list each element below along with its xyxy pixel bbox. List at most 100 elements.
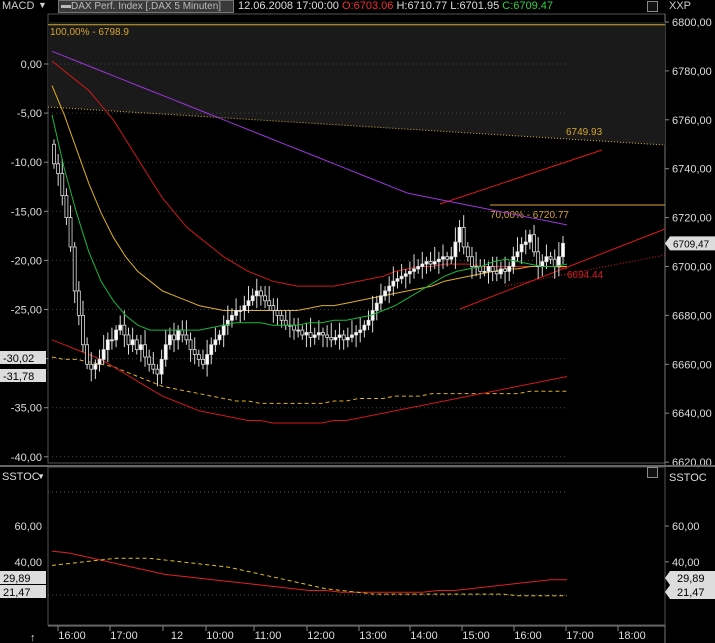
candle-body (383, 290, 387, 297)
price-tick-label: 6760,00 (672, 115, 712, 127)
candle-body (441, 256, 445, 260)
candle-body (527, 234, 532, 243)
lower-panel-close-button[interactable] (647, 467, 658, 478)
candle-body (259, 290, 263, 297)
candle-body (263, 295, 267, 302)
candle-body (221, 324, 226, 336)
candle-body (126, 334, 131, 346)
candle-body (188, 339, 193, 351)
candle-body (374, 302, 379, 311)
candle-body (321, 332, 325, 336)
ma-red-lower-line (51, 339, 568, 424)
candle-body (424, 261, 429, 265)
candle-body (114, 329, 118, 341)
candle-body (416, 266, 421, 270)
candle-body (470, 256, 474, 267)
candle-body (201, 359, 205, 365)
candle-body (536, 251, 541, 267)
lower-indicator-label[interactable]: SSTOC (2, 471, 40, 483)
candle-body (205, 354, 210, 365)
candle-body (101, 349, 106, 360)
macd-value-tag: -31,78 (3, 371, 34, 383)
chart-canvas: 6800,00 6780,00 6760,00 6740,00 6720,00 6700,… (0, 13, 715, 643)
candle-body (163, 344, 168, 360)
candle-body (544, 256, 549, 263)
candle-body (412, 268, 416, 272)
candle-body (333, 337, 338, 341)
candle-body (428, 261, 433, 265)
price-tick-label: 6720,00 (672, 213, 712, 225)
candle-body (296, 329, 301, 332)
candle-body (329, 337, 334, 341)
candle-body (230, 314, 234, 321)
time-tick-label: 12 (171, 630, 183, 642)
fib-100-label: 100,00% - 6798.9 (50, 27, 129, 38)
sstoc-tick-label-left: 40,00 (14, 557, 42, 569)
candle-body (337, 334, 342, 338)
time-tick-label: 15:00 (462, 630, 490, 642)
candle-body (105, 339, 110, 351)
candle-body (242, 305, 247, 311)
candle-body (490, 266, 495, 272)
candle-body (523, 241, 528, 245)
candle-body (134, 339, 139, 351)
candle-body (60, 173, 65, 196)
last-price-tag: 6709,47 (673, 239, 710, 250)
candle-body (283, 319, 288, 326)
time-tick-label: 16:00 (58, 630, 86, 642)
candle-body (118, 324, 123, 331)
time-tick-label: 14:00 (410, 630, 438, 642)
candle-body (159, 359, 164, 375)
candle-body (445, 256, 450, 260)
lower-plot-frame (47, 466, 666, 626)
channel-upper (439, 149, 603, 205)
price-tick-label: 6700,00 (672, 262, 712, 274)
candle-body (275, 310, 280, 316)
candle-body (482, 270, 487, 273)
sstoc-tick-label-left: 60,00 (14, 521, 42, 533)
candle-body (387, 285, 392, 292)
panel-separator[interactable] (0, 465, 715, 467)
scroll-up-icon: ↑ (30, 632, 36, 643)
candle-body (147, 356, 152, 365)
candle-body (325, 334, 330, 338)
candle-body (250, 295, 255, 302)
candle-body (130, 339, 135, 346)
candle-body (362, 324, 367, 331)
candle-body (453, 241, 458, 258)
macd-tick-label: -25,00 (11, 305, 42, 317)
candle-body (552, 258, 557, 267)
lower-right-label: SSTOC (669, 472, 707, 484)
candle-body (271, 305, 276, 311)
candle-body (399, 275, 404, 280)
candle-body (89, 363, 94, 370)
candle-body (561, 242, 565, 258)
time-tick-label: 16:00 (514, 630, 542, 642)
lower-dropdown-icon[interactable]: ▼ (37, 472, 45, 481)
time-tick-label: 17:00 (110, 630, 138, 642)
candle-body (155, 368, 160, 375)
candle-body (68, 217, 73, 248)
candle-body (180, 329, 185, 336)
candle-body (97, 359, 102, 365)
price-tick-label: 6740,00 (672, 164, 712, 176)
candle-body (358, 329, 363, 333)
ma-orange-dashed-line (51, 356, 567, 404)
candle-body (395, 278, 400, 282)
time-tick-label: 13:00 (359, 630, 387, 642)
candle-body (56, 163, 61, 174)
candle-body (436, 258, 441, 263)
level-6694-label: 6694.44 (567, 270, 604, 281)
candle-body (93, 363, 98, 370)
candle-body (486, 266, 491, 272)
macd-tick-label: -15,00 (11, 206, 42, 218)
candle-body (64, 195, 69, 219)
sstoc-tick-label-right: 60,00 (672, 521, 700, 533)
time-tick-label: 17:00 (566, 630, 594, 642)
candle-body (449, 256, 454, 260)
candle-body (499, 268, 503, 275)
candle-body (312, 334, 317, 338)
candle-body (246, 300, 251, 307)
candle-body (515, 251, 520, 258)
candle-body (81, 314, 85, 346)
